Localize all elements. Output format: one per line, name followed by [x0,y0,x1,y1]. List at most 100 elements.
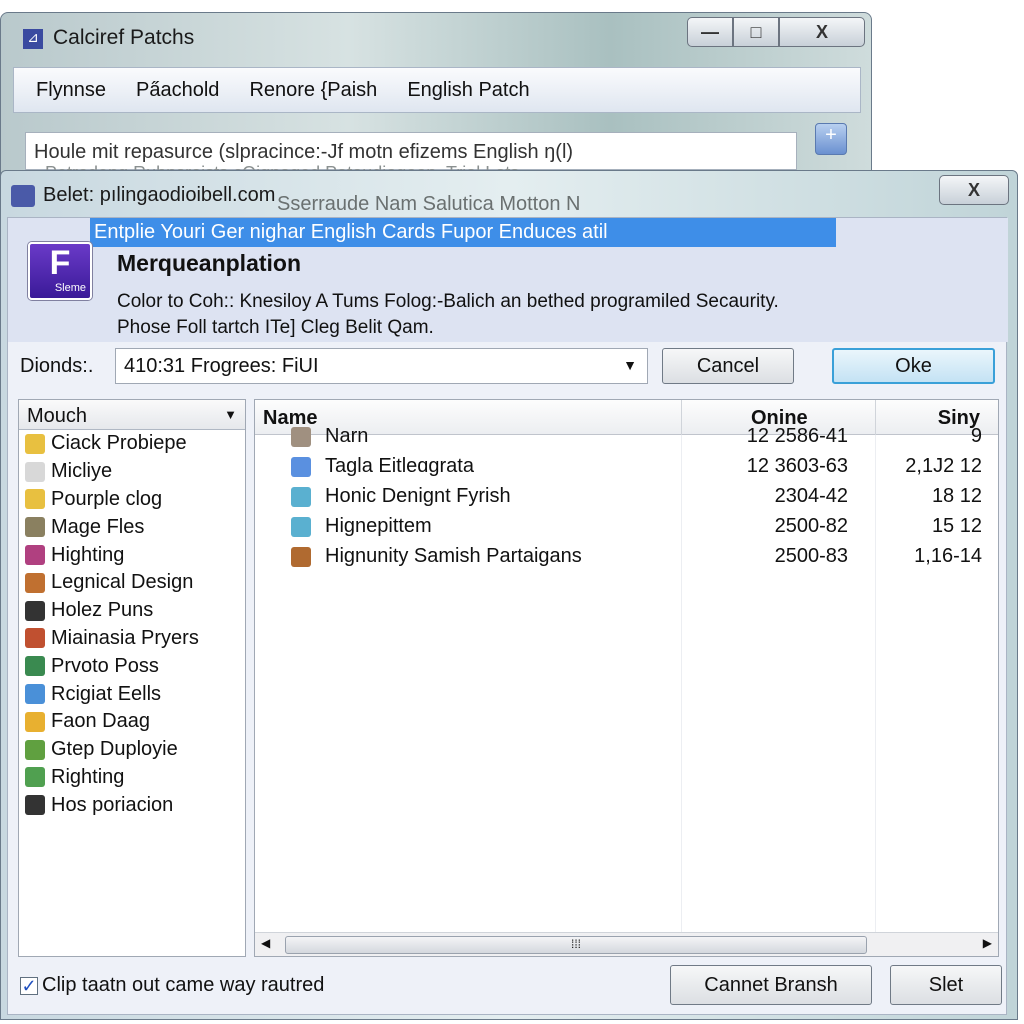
app-icon [11,185,35,207]
sidebar-item[interactable]: Rcigiat Eells [19,680,245,708]
sidebar-item-label: Mage Fles [51,515,145,538]
folder-combo[interactable]: Mouch ▼ [19,400,245,430]
file-name: Hignepittem [325,515,432,537]
chevron-down-icon: ▼ [224,407,237,422]
shield-icon [291,427,311,447]
cancel-button[interactable]: Cancel [662,348,794,384]
sidebar-item-label: Legnical Design [51,571,194,594]
sidebar-item[interactable]: Pourple clog [19,486,245,514]
primary-button[interactable]: Slet [890,965,1002,1005]
horizontal-scrollbar[interactable]: ◀ ⁞⁞⁞ ▶ [255,932,998,956]
file-row[interactable]: Hignepittem 2500-82 15 12 [255,512,998,542]
clock-icon [25,600,45,621]
disc-icon [25,628,45,649]
file-siny: 1,16-14 [914,545,982,567]
file-siny: 9 [970,425,982,447]
highlight-banner: Entplie Youri Ger nighar English Cards F… [90,218,836,247]
landscape-icon [25,767,45,788]
scroll-right-icon[interactable]: ▶ [983,936,992,950]
file-list: Name Onine Siny Narn 12 2586-41 9 Tagla … [254,399,999,957]
combo-value: 410:31 Frogrees: FiUI [124,355,319,377]
pot-icon [25,739,45,760]
sidebar-item[interactable]: Legnical Design [19,569,245,597]
menu-item[interactable]: Flynnse [36,79,106,102]
scrollbar-thumb[interactable]: ⁞⁞⁞ [285,936,867,954]
sidebar-item-label: Highting [51,543,125,566]
file-name: Hignunity Samish Partaigans [325,545,582,567]
app-logo-icon: F Sleme [28,242,92,300]
file-name: Honic Denignt Fyrish [325,485,511,507]
dialog-heading: Merqueanplation [117,250,302,276]
add-button[interactable]: + [815,123,847,155]
sidebar-item-label: Micliye [51,460,113,483]
checkbox-icon[interactable]: ✓ [20,976,38,995]
file-row[interactable]: Tagla Eitleɑgrata 12 3603-63 2,1J2 12 [255,452,998,482]
sidebar-item[interactable]: Faon Daag [19,708,245,736]
status-combo[interactable]: 410:31 Frogrees: FiUI ▼ [115,348,648,384]
document-icon [25,461,45,482]
file-row[interactable]: Hignunity Samish Partaigans 2500-83 1,16… [255,542,998,572]
app-icon: ⊿ [23,29,43,49]
file-onine: 12 2586-41 [746,425,848,447]
sidebar-item[interactable]: Prvoto Poss [19,652,245,680]
people-icon [25,545,45,566]
file-onine: 2500-83 [774,545,848,567]
file-row[interactable]: Narn 12 2586-41 9 [255,422,998,452]
sidebar-item[interactable]: Mage Fles [19,513,245,541]
menu-item[interactable]: Pa̋achold [136,79,219,102]
back-window: ⊿ Calciref Patchs — □ X Flynnse Pa̋achol… [0,12,872,215]
file-siny: 2,1J2 12 [905,455,982,477]
sidebar-item[interactable]: Gtep Duployie [19,736,245,764]
file-onine: 2500-82 [774,515,848,537]
sidebar-item-label: Gtep Duployie [51,738,178,761]
sidebar-item[interactable]: Highting [19,541,245,569]
file-siny: 15 12 [931,515,982,537]
file-name: Narn [325,425,369,447]
folder-icon [291,487,311,507]
description: Color to Coh:: Knesiloy A Tums Folog:-Ba… [117,291,779,312]
sidebar-item-label: Miainasia Pryers [51,626,199,649]
network-icon [25,795,45,816]
folder-icon [291,517,311,537]
menu-item[interactable]: Renore {Paish [249,79,377,102]
maximize-button[interactable]: □ [733,17,779,47]
sidebar-item-label: Faon Daag [51,710,150,733]
menu-item[interactable]: English Patch [407,79,529,102]
file-siny: 18 12 [931,485,982,507]
ok-button[interactable]: Oke [832,348,995,384]
file-onine: 12 3603-63 [746,455,848,477]
close-button[interactable]: X [779,17,865,47]
sidebar-item-label: Holez Puns [51,599,154,622]
sidebar-item[interactable]: Ciack Probiepe [19,430,245,458]
folder-icon [25,489,45,510]
sidebar-item-label: Hos poriacion [51,793,174,816]
file-row[interactable]: Honic Denignt Fyrish 2304-42 18 12 [255,482,998,512]
sidebar-item-label: Rcigiat Eells [51,682,162,705]
dialog-title: Belet: pılingaodioibell.com [43,184,276,206]
sidebar-item[interactable]: Hos poriacion [19,791,245,819]
minimize-button[interactable]: — [687,17,733,47]
file-name: Tagla Eitleɑgrata [325,455,474,477]
monitor-icon [25,572,45,593]
sidebar-item-label: Prvoto Poss [51,654,159,677]
file-onine: 2304-42 [774,485,848,507]
star-icon [25,711,45,732]
scroll-left-icon[interactable]: ◀ [261,936,270,950]
sidebar-item[interactable]: Micliye [19,458,245,486]
option-checkbox[interactable]: ✓ Clip taatn out came way rautred [20,974,324,997]
gear-icon [25,684,45,705]
sidebar-item-label: Pourple clog [51,487,163,510]
faded-row: Sserraude Nam Salutica Motton N [277,193,581,215]
close-button[interactable]: X [939,175,1009,205]
sidebar-item[interactable]: Holez Puns [19,597,245,625]
cookie-icon [291,547,311,567]
field-label: Dionds:. [20,355,94,377]
secondary-button[interactable]: Cannet Bransh [670,965,872,1005]
dialog-client: Entplie Youri Ger nighar English Cards F… [7,217,1008,1015]
sidebar-item-label: Ciack Probiepe [51,432,187,455]
sidebar-list: Mouch ▼ Ciack Probiepe Micliye Pourple clog… [18,399,246,957]
sidebar-item[interactable]: Righting [19,764,245,792]
dialog-window: Belet: pılingaodioibell.com X Entplie Yo… [0,170,1018,1020]
sidebar-item-label: Righting [51,765,125,788]
sidebar-item[interactable]: Miainasia Pryers [19,625,245,653]
